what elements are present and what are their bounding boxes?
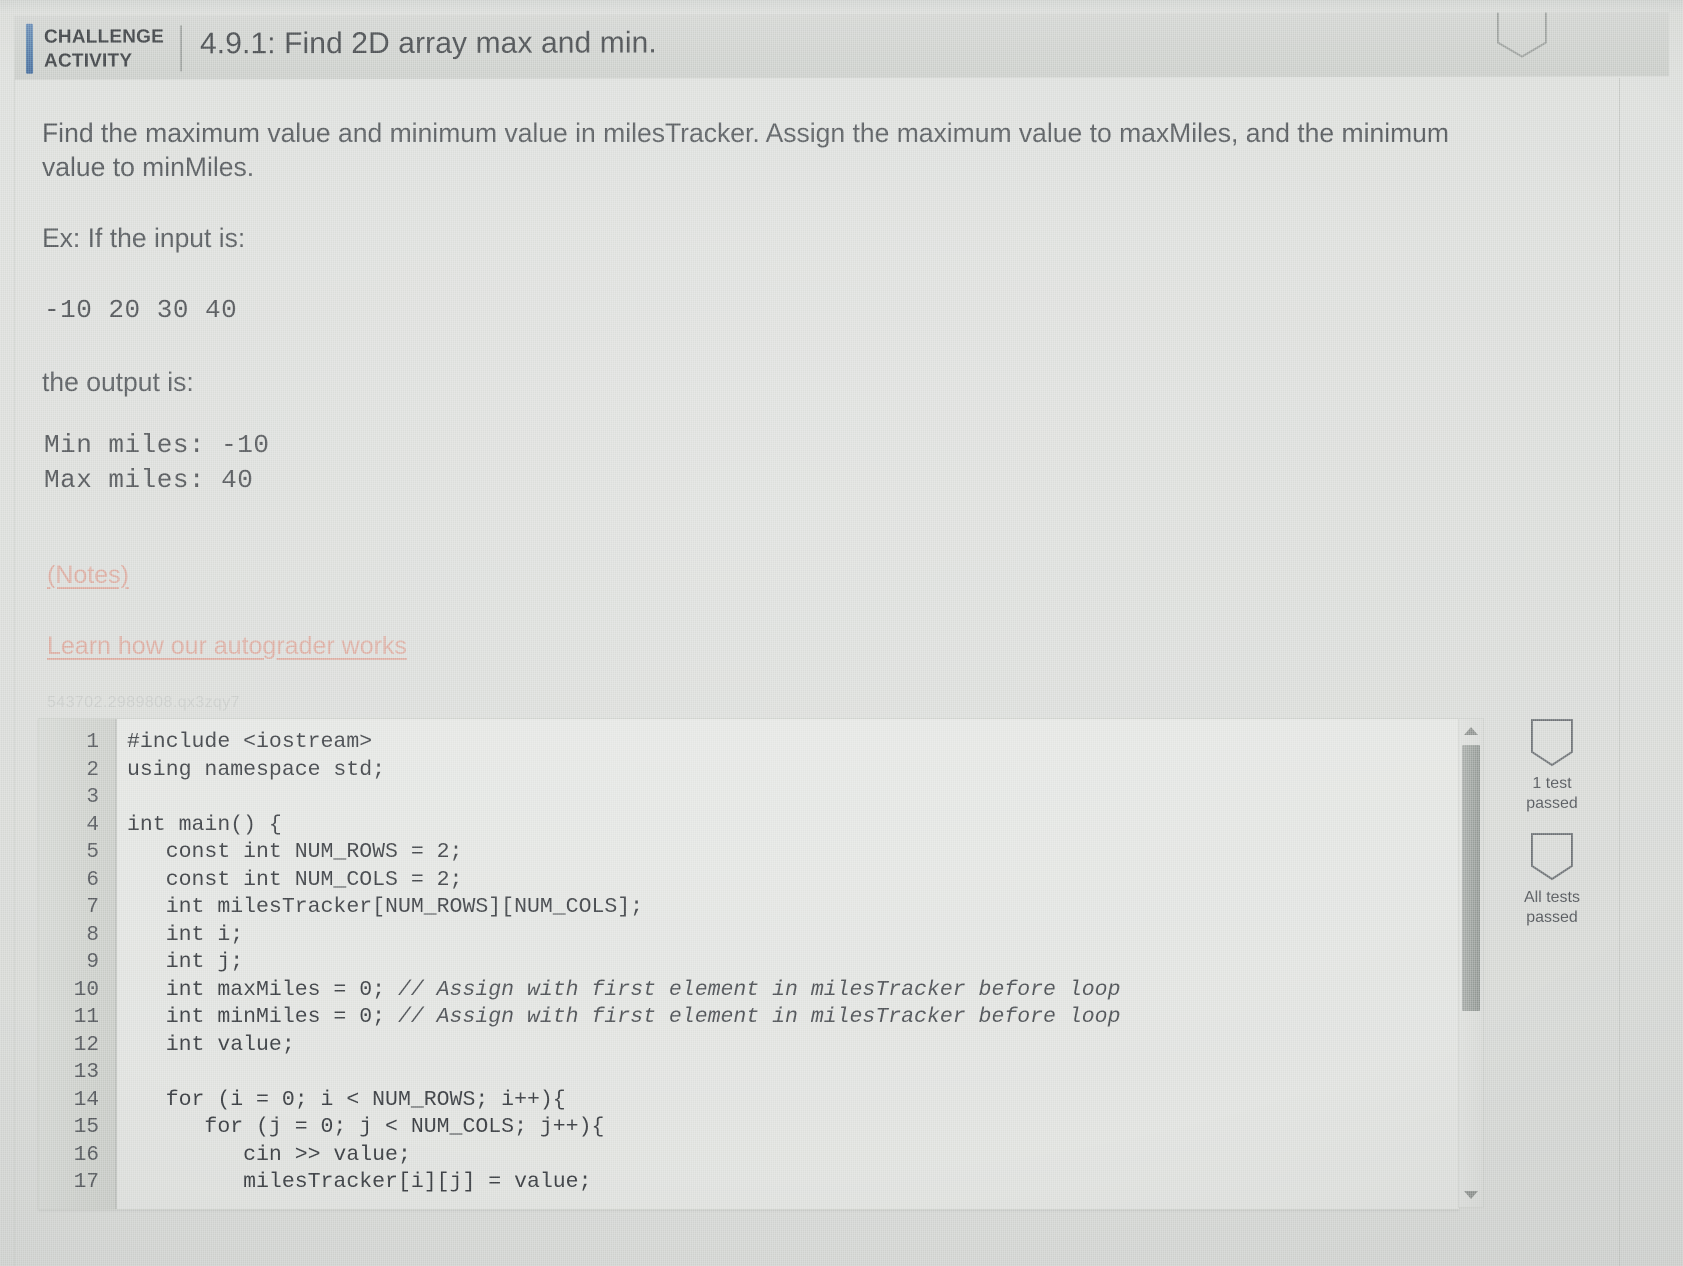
- code-line[interactable]: 3: [39, 784, 1459, 812]
- autograder-help-link[interactable]: Learn how our autograder works: [47, 632, 407, 661]
- scrollbar-thumb[interactable]: [1462, 745, 1480, 1011]
- code-line-text[interactable]: int minMiles = 0; // Assign with first e…: [127, 1004, 1121, 1032]
- code-line-number: 13: [73, 1061, 99, 1084]
- header-accent-bar: [25, 23, 34, 74]
- code-line-number: 5: [86, 841, 99, 864]
- code-line[interactable]: 15 for (j = 0; j < NUM_COLS; j++){: [39, 1114, 1459, 1142]
- notes-link[interactable]: (Notes): [47, 561, 129, 590]
- code-line[interactable]: 5 const int NUM_ROWS = 2;: [39, 839, 1459, 867]
- test-status-label-line1: All tests: [1523, 889, 1580, 906]
- code-line-number: 17: [73, 1171, 99, 1194]
- code-line[interactable]: 16 cin >> value;: [39, 1142, 1459, 1170]
- caret-up-icon[interactable]: [1464, 727, 1478, 735]
- example-input-intro: Ex: If the input is:: [42, 223, 246, 253]
- right-rail-divider: [1619, 78, 1620, 1266]
- code-comment: // Assign with first element in milesTra…: [397, 1005, 1121, 1029]
- code-line-text[interactable]: for (j = 0; j < NUM_COLS; j++){: [127, 1114, 604, 1142]
- code-line-text[interactable]: int i;: [127, 922, 243, 950]
- code-line-number: 15: [73, 1116, 99, 1139]
- test-status-label-line2: passed: [1526, 909, 1578, 926]
- code-line-text[interactable]: int main() {: [127, 812, 282, 840]
- code-line-number: 7: [86, 896, 99, 919]
- code-line[interactable]: 8 int i;: [39, 922, 1459, 950]
- code-line-number: 11: [73, 1006, 99, 1029]
- code-line-number: 2: [86, 758, 99, 782]
- code-line-text[interactable]: int value;: [127, 1032, 295, 1060]
- code-line[interactable]: 9 int j;: [39, 949, 1459, 977]
- code-lines[interactable]: 1 #include <iostream> 2 using namespace std…: [39, 729, 1459, 1197]
- problem-statement: Find the maximum value and minimum value…: [42, 118, 1449, 182]
- challenge-label-line1: CHALLENGE: [43, 26, 165, 48]
- code-line-text[interactable]: const int NUM_COLS = 2;: [127, 867, 463, 895]
- code-line[interactable]: 1 #include <iostream>: [39, 729, 1459, 757]
- test-status-item: All tests passed: [1492, 832, 1612, 928]
- left-rail-divider: [14, 78, 15, 1266]
- example-input-value: -10 20 30 40: [44, 295, 238, 325]
- test-status-item: 1 test passed: [1492, 718, 1612, 814]
- code-line-text[interactable]: #include <iostream>: [127, 729, 372, 757]
- code-line-text[interactable]: int j;: [127, 949, 243, 977]
- challenge-activity-label: CHALLENGE ACTIVITY: [44, 25, 164, 73]
- test-status-label-line2: passed: [1526, 795, 1578, 812]
- code-line-number: 4: [86, 813, 99, 837]
- code-line-text[interactable]: cin >> value;: [127, 1142, 411, 1170]
- code-line-number: 14: [73, 1088, 99, 1112]
- code-line[interactable]: 10 int maxMiles = 0; // Assign with firs…: [39, 977, 1459, 1005]
- code-line-number: 8: [86, 923, 99, 947]
- challenge-activity-header: CHALLENGE ACTIVITY 4.9.1: Find 2D array …: [13, 12, 1670, 80]
- trophy-badge-icon: [1531, 719, 1573, 767]
- editor-scrollbar[interactable]: [1458, 718, 1484, 1208]
- code-line[interactable]: 11 int minMiles = 0; // Assign with firs…: [39, 1004, 1459, 1032]
- activity-id: 543702.2989808.qx3zqy7: [47, 694, 240, 711]
- code-line-text[interactable]: const int NUM_ROWS = 2;: [127, 839, 463, 867]
- bookmark-ribbon-icon: [1495, 12, 1549, 58]
- page-title: 4.9.1: Find 2D array max and min.: [199, 26, 657, 61]
- challenge-label-line2: ACTIVITY: [44, 50, 133, 72]
- code-line[interactable]: 14 for (i = 0; i < NUM_ROWS; i++){: [39, 1087, 1459, 1115]
- example-output-line-2: Max miles: 40: [44, 465, 254, 495]
- header-divider: [179, 25, 183, 72]
- code-line-text[interactable]: milesTracker[i][j] = value;: [127, 1169, 591, 1197]
- code-line-number: 3: [86, 786, 99, 809]
- code-line-number: 10: [73, 978, 99, 1002]
- code-line-number: 16: [73, 1143, 99, 1167]
- trophy-badge-icon: [1531, 833, 1573, 881]
- code-line[interactable]: 4 int main() {: [39, 812, 1459, 840]
- code-line-text[interactable]: int maxMiles = 0; // Assign with first e…: [127, 977, 1121, 1005]
- tests-panel: 1 test passed All tests passed: [1492, 718, 1612, 946]
- code-line-text[interactable]: int milesTracker[NUM_ROWS][NUM_COLS];: [127, 894, 643, 922]
- example-output-line-1: Min miles: -10: [44, 430, 270, 460]
- code-line[interactable]: 6 const int NUM_COLS = 2;: [39, 867, 1459, 895]
- code-line-text[interactable]: using namespace std;: [127, 757, 385, 785]
- code-line-number: 6: [86, 868, 99, 892]
- code-line-number: 1: [86, 731, 99, 754]
- code-line[interactable]: 7 int milesTracker[NUM_ROWS][NUM_COLS];: [39, 894, 1459, 922]
- code-line-number: 9: [86, 951, 99, 974]
- test-status-label-line1: 1 test: [1532, 775, 1572, 792]
- example-output-intro: the output is:: [42, 367, 194, 397]
- code-line[interactable]: 12 int value;: [39, 1032, 1459, 1060]
- caret-down-icon[interactable]: [1464, 1191, 1478, 1199]
- code-line[interactable]: 17 milesTracker[i][j] = value;: [39, 1169, 1459, 1197]
- code-line-number: 12: [73, 1033, 99, 1057]
- code-line-text[interactable]: for (i = 0; i < NUM_ROWS; i++){: [127, 1087, 566, 1115]
- code-editor[interactable]: 1 #include <iostream> 2 using namespace std…: [38, 718, 1459, 1210]
- code-comment: // Assign with first element in milesTra…: [397, 977, 1121, 1002]
- code-line[interactable]: 13: [39, 1059, 1459, 1087]
- code-line[interactable]: 2 using namespace std;: [39, 757, 1459, 785]
